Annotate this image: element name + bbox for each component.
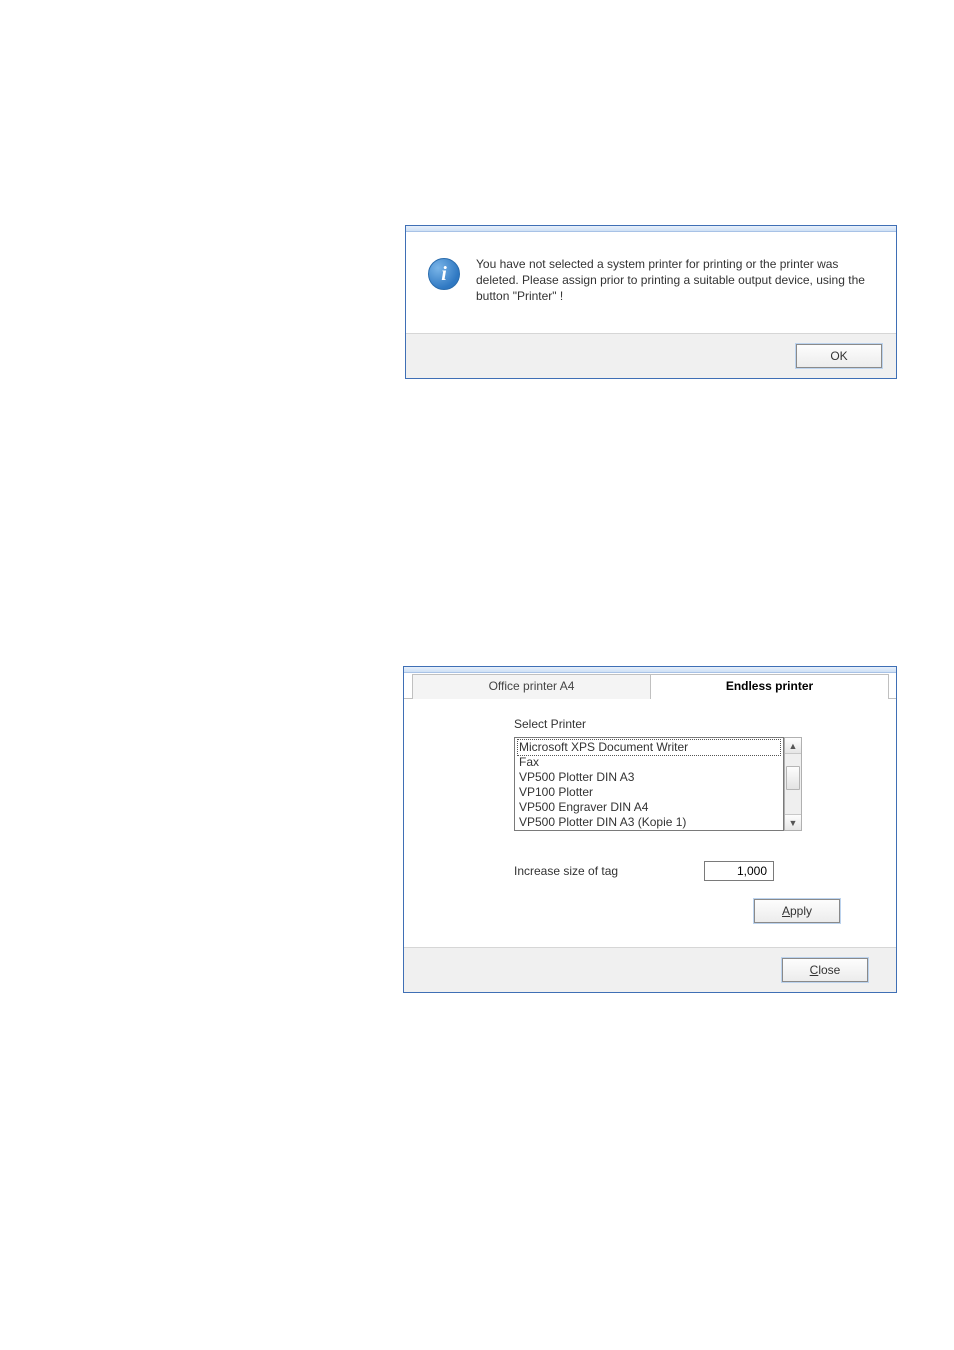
panel-footer: Apply: [514, 881, 868, 933]
increase-size-label: Increase size of tag: [514, 864, 704, 878]
printer-option[interactable]: VP500 Engraver DIN A4: [517, 800, 781, 815]
increase-size-row: Increase size of tag: [514, 861, 868, 881]
printer-option[interactable]: VP500 Plotter DIN A3: [517, 770, 781, 785]
info-dialog-footer: OK: [406, 333, 896, 378]
printer-listbox[interactable]: Microsoft XPS Document Writer Fax VP500 …: [514, 737, 784, 831]
info-dialog-message: You have not selected a system printer f…: [464, 256, 876, 305]
info-icon-wrap: i: [424, 256, 464, 305]
printer-option[interactable]: VP100 Plotter: [517, 785, 781, 800]
tab-office-printer[interactable]: Office printer A4: [412, 674, 651, 699]
close-button[interactable]: Close: [782, 958, 868, 982]
printer-dialog-footer: Close: [404, 947, 896, 992]
tab-endless-printer[interactable]: Endless printer: [650, 674, 889, 699]
apply-rest: pply: [790, 904, 812, 918]
ok-button[interactable]: OK: [796, 344, 882, 368]
info-dialog-body: i You have not selected a system printer…: [406, 232, 896, 333]
printer-option[interactable]: VP500 Plotter DIN A3 (Kopie 1): [517, 815, 781, 830]
printer-dialog: Office printer A4 Endless printer Select…: [403, 666, 897, 993]
scroll-track[interactable]: [785, 754, 801, 814]
info-dialog: i You have not selected a system printer…: [405, 225, 897, 379]
scroll-up-icon[interactable]: ▲: [785, 738, 801, 754]
printer-listbox-wrap: Microsoft XPS Document Writer Fax VP500 …: [514, 737, 802, 831]
printer-option[interactable]: Fax: [517, 755, 781, 770]
increase-size-input[interactable]: [704, 861, 774, 881]
scroll-thumb[interactable]: [786, 766, 800, 790]
close-rest: lose: [818, 963, 840, 977]
printer-option[interactable]: Microsoft XPS Document Writer: [517, 739, 781, 756]
select-printer-label: Select Printer: [514, 717, 868, 731]
printer-list-scrollbar[interactable]: ▲ ▼: [784, 737, 802, 831]
apply-button[interactable]: Apply: [754, 899, 840, 923]
scroll-down-icon[interactable]: ▼: [785, 814, 801, 830]
info-icon: i: [428, 258, 460, 290]
tab-endless-printer-label: Endless printer: [726, 679, 813, 693]
tab-office-printer-label: Office printer A4: [489, 679, 575, 693]
tab-panel-endless: Select Printer Microsoft XPS Document Wr…: [404, 699, 896, 947]
apply-mnemonic: A: [782, 904, 790, 918]
info-icon-glyph: i: [441, 263, 447, 286]
tabs-row: Office printer A4 Endless printer: [404, 673, 896, 699]
